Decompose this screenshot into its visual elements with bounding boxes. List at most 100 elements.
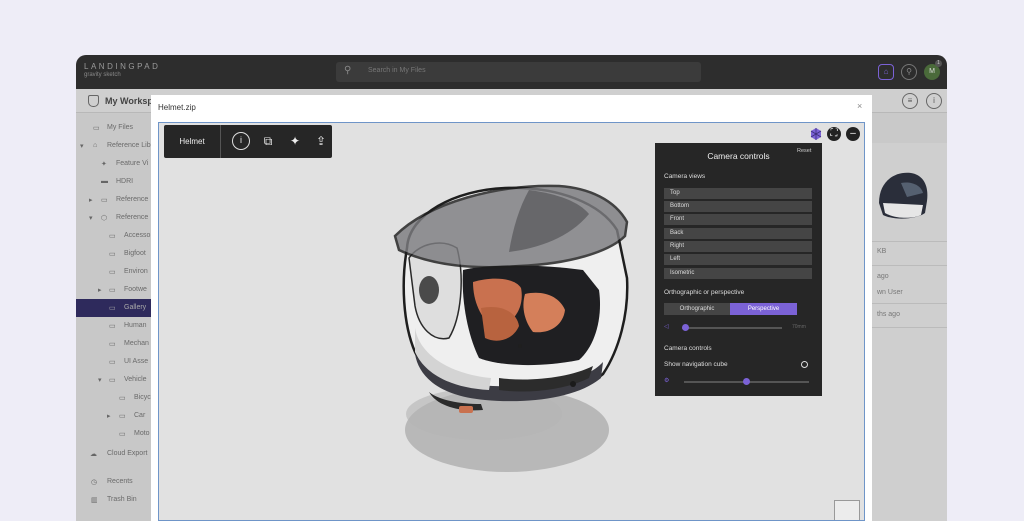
fullscreen-icon[interactable]: ⛶ xyxy=(827,127,841,141)
view-back-button[interactable]: Back xyxy=(664,228,812,239)
layers-icon[interactable]: ⧉ xyxy=(259,132,277,150)
folder-icon: ▭ xyxy=(109,341,116,348)
upload-icon[interactable]: ⇪ xyxy=(312,132,330,150)
model-name-label: Helmet xyxy=(164,125,221,158)
sidebar-item-ui-assets[interactable]: ▭ UI Asse xyxy=(76,353,151,371)
folder-icon: ▭ xyxy=(119,431,126,438)
sidebar-item-label: Trash Bin xyxy=(107,496,137,503)
image-icon: ▬ xyxy=(101,178,108,185)
sidebar-item-car[interactable]: ▸ ▭ Car xyxy=(76,407,151,425)
sidebar-item-human[interactable]: ▭ Human xyxy=(76,317,151,335)
zoom-icon[interactable]: ⚲ xyxy=(901,64,917,80)
chevron-right-icon: ▸ xyxy=(89,197,93,204)
sidebar-item-feature[interactable]: ✦ Feature Vi xyxy=(76,155,151,173)
fov-slider-track[interactable] xyxy=(682,327,782,329)
fov-slider-handle[interactable] xyxy=(681,324,689,331)
info-icon[interactable]: i xyxy=(926,93,942,109)
nav-cube-toggle[interactable] xyxy=(801,361,808,368)
model-viewer-modal: Helmet.zip × Helmet i ⧉ ✦ ⇪ ⛶ – Camera c… xyxy=(151,95,872,521)
created-time: ths ago xyxy=(877,311,900,318)
helmet-model[interactable] xyxy=(389,178,649,498)
projection-toggle: Orthographic Perspective xyxy=(664,303,797,315)
sidebar-item-label: Mechan xyxy=(124,340,149,347)
sidebar-item-hdri[interactable]: ▬ HDRI xyxy=(76,173,151,191)
clock-icon: ◷ xyxy=(91,479,98,486)
divider xyxy=(871,241,947,242)
sidebar-item-moto[interactable]: ▭ Moto xyxy=(76,425,151,443)
sidebar-item-bicycle[interactable]: ▭ Bicyc xyxy=(76,389,151,407)
sidebar-item-label: HDRI xyxy=(116,178,134,185)
folder-icon: ▭ xyxy=(109,269,116,276)
sidebar-item-label: Reference xyxy=(116,196,149,203)
info-icon[interactable]: i xyxy=(232,132,250,150)
close-icon[interactable]: × xyxy=(857,101,862,111)
camera-controls-panel: Camera controls Reset Camera views Top B… xyxy=(655,143,822,396)
search-icon: ⚲ xyxy=(344,65,352,76)
folder-icon: ▭ xyxy=(109,359,116,366)
orthographic-option[interactable]: Orthographic xyxy=(664,303,730,315)
sidebar-item-recents[interactable]: ◷ Recents xyxy=(76,473,151,491)
sidebar-item-gallery[interactable]: ▭ Gallery xyxy=(76,299,151,317)
divider xyxy=(871,265,947,266)
sidebar-item-label: Reference Lib xyxy=(107,142,151,149)
folder-icon: ▭ xyxy=(119,395,126,402)
sidebar-item-label: Cloud Export xyxy=(107,450,148,457)
sidebar-item-vehicles[interactable]: ▾ ▭ Vehicle xyxy=(76,371,151,389)
sidebar-item-reference-lib[interactable]: ▾ ⌂ Reference Lib xyxy=(76,137,151,155)
trash-icon: ▥ xyxy=(91,497,98,504)
sidebar-item-label: Bicyc xyxy=(134,394,151,401)
sidebar-item-label: Feature Vi xyxy=(116,160,149,167)
sidebar-item-bigfoot[interactable]: ▭ Bigfoot xyxy=(76,245,151,263)
3d-viewport[interactable]: Helmet i ⧉ ✦ ⇪ ⛶ – Camera controls Reset… xyxy=(158,122,865,521)
sidebar-item-environment[interactable]: ▭ Environ xyxy=(76,263,151,281)
list-icon[interactable]: ≡ xyxy=(902,93,918,109)
sidebar-item-label: My Files xyxy=(107,124,134,131)
cube-icon: ⬡ xyxy=(101,215,108,222)
reset-button[interactable]: Reset xyxy=(797,148,811,154)
sidebar-item-cloud-export[interactable]: ☁ Cloud Export xyxy=(76,445,151,463)
details-panel: KB ago wn User ths ago xyxy=(871,143,947,521)
view-front-button[interactable]: Front xyxy=(664,214,812,225)
effects-icon[interactable]: ✦ xyxy=(286,132,304,150)
divider xyxy=(871,327,947,328)
fov-icon: ◁ xyxy=(664,324,669,330)
view-right-button[interactable]: Right xyxy=(664,241,812,252)
sidebar-item-label: Recents xyxy=(107,478,133,485)
brand-subtitle: gravity sketch xyxy=(84,72,121,78)
sidebar-item-footwear[interactable]: ▸ ▭ Footwe xyxy=(76,281,151,299)
owner-name: wn User xyxy=(877,289,903,296)
navigation-cube[interactable] xyxy=(834,500,860,520)
modal-title: Helmet.zip xyxy=(158,103,196,112)
camera-views-label: Camera views xyxy=(664,173,706,180)
box-icon: ▭ xyxy=(101,197,108,204)
view-left-button[interactable]: Left xyxy=(664,254,812,265)
sidebar-item-label: Human xyxy=(124,322,147,329)
view-top-button[interactable]: Top xyxy=(664,188,812,199)
camera-icon[interactable] xyxy=(809,127,823,141)
sidebar-item-accessories[interactable]: ▭ Accesso xyxy=(76,227,151,245)
modified-time: ago xyxy=(877,273,889,280)
file-size: KB xyxy=(877,248,887,255)
sidebar-item-my-files[interactable]: ▭ My Files xyxy=(76,119,151,137)
viewer-toolbar: Helmet i ⧉ ✦ ⇪ xyxy=(164,125,332,158)
sidebar-item-label: Vehicle xyxy=(124,376,147,383)
nav-cube-label: Show navigation cube xyxy=(664,361,728,368)
collapse-icon[interactable]: – xyxy=(846,127,860,141)
view-isometric-button[interactable]: Isometric xyxy=(664,268,812,279)
sidebar-item-label: Accesso xyxy=(124,232,151,239)
folder-icon: ▭ xyxy=(109,377,116,384)
cloud-icon: ☁ xyxy=(90,451,97,458)
sidebar-item-trash[interactable]: ▥ Trash Bin xyxy=(76,491,151,509)
perspective-option[interactable]: Perspective xyxy=(730,303,797,315)
chevron-down-icon: ▾ xyxy=(89,215,93,222)
sidebar-item-reference-b[interactable]: ▾ ⬡ Reference xyxy=(76,209,151,227)
view-bottom-button[interactable]: Bottom xyxy=(664,201,812,212)
headset-icon[interactable]: ⌂ xyxy=(878,64,894,80)
sidebar-item-mechanical[interactable]: ▭ Mechan xyxy=(76,335,151,353)
chevron-right-icon: ▸ xyxy=(107,413,111,420)
search-bar[interactable]: ⚲ Search in My Files xyxy=(336,62,701,82)
speed-slider-handle[interactable] xyxy=(743,378,750,385)
projection-label: Orthographic or perspective xyxy=(664,289,745,296)
sidebar-item-reference-a[interactable]: ▸ ▭ Reference xyxy=(76,191,151,209)
brand-name: LANDINGPAD xyxy=(84,62,161,71)
